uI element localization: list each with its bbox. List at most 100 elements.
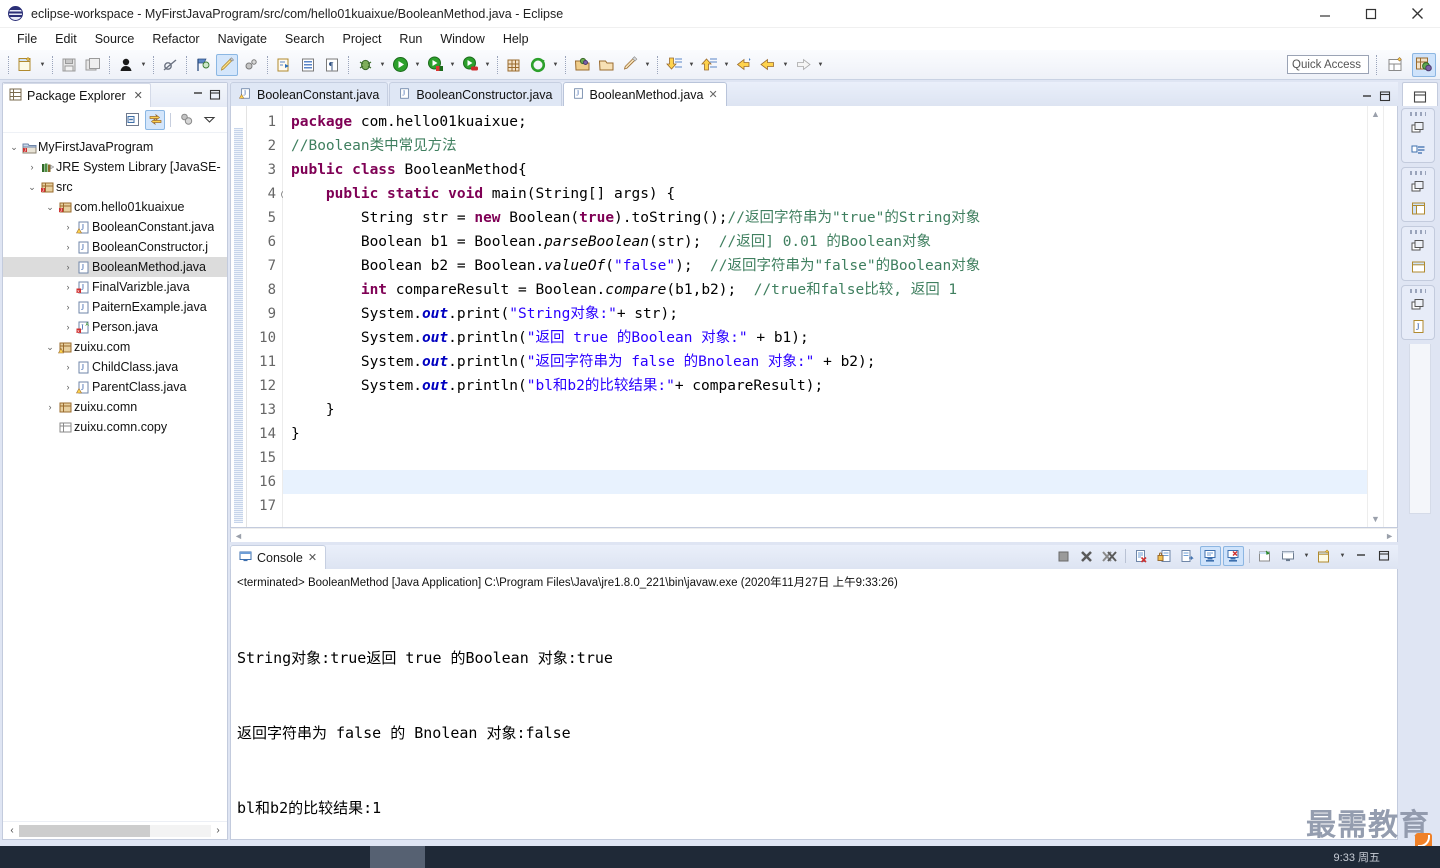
editor-vscrollbar[interactable]: ▲ ▼ [1367,106,1383,527]
debug-dropdown[interactable] [377,54,388,76]
tree-row[interactable]: › J BooleanConstructor.j [3,237,227,257]
drag-grip[interactable] [1410,230,1426,234]
annotation-icon[interactable] [192,54,214,76]
display-selected-console-dropdown[interactable] [1301,545,1312,567]
menu-run[interactable]: Run [390,30,431,48]
focus-on-active-task-icon[interactable] [176,110,196,130]
back-icon[interactable] [757,54,779,76]
java-perspective-icon[interactable] [1412,52,1436,77]
package-explorer-view-icon[interactable] [1409,199,1427,217]
tree-row[interactable]: › JAx Person.java [3,317,227,337]
new-class-icon[interactable] [527,54,549,76]
show-console-on-output-icon[interactable] [1200,546,1221,566]
tree-row[interactable]: › Jx FinalVarizble.java [3,277,227,297]
menu-help[interactable]: Help [494,30,538,48]
close-icon[interactable]: ✕ [134,89,143,102]
scroll-lock-icon[interactable] [1154,546,1175,566]
expand-twisty[interactable]: › [61,362,75,372]
new-java-project-icon[interactable] [503,54,525,76]
code-line-current[interactable] [283,470,1367,494]
person-icon[interactable] [115,54,137,76]
remove-all-terminated-icon[interactable] [1099,546,1120,566]
run-dropdown[interactable] [412,54,423,76]
scroll-right-icon[interactable]: ► [1385,531,1394,541]
next-annotation-dropdown[interactable] [686,54,697,76]
editor-overview-ruler[interactable] [1383,106,1397,527]
tree-row[interactable]: › zuixu.comn [3,397,227,417]
terminate-icon[interactable] [1053,546,1074,566]
tree-row[interactable]: ⌄ J src [3,177,227,197]
drag-grip[interactable] [1410,289,1426,293]
tree-row[interactable]: ⌄ zuixu.com [3,337,227,357]
expand-twisty[interactable]: › [61,262,75,272]
tree-row-selected[interactable]: › J BooleanMethod.java [3,257,227,277]
new-wizard-dropdown[interactable] [37,54,48,76]
tab-boolean-constructor[interactable]: J BooleanConstructor.java [389,82,562,106]
show-whitespace-icon[interactable]: ¶ [321,54,343,76]
taskbar-item[interactable] [370,846,425,868]
menu-project[interactable]: Project [334,30,391,48]
restore-window-icon[interactable] [1409,119,1427,137]
tree-row[interactable]: › J BooleanConstant.java [3,217,227,237]
link-icon[interactable] [240,54,262,76]
open-console-icon[interactable] [1314,546,1335,566]
expand-twisty[interactable]: › [61,302,75,312]
clear-console-icon[interactable] [1131,546,1152,566]
coverage-icon[interactable] [424,54,446,76]
fast-view-group-console[interactable] [1401,226,1435,281]
close-icon[interactable] [1394,0,1440,28]
expand-twisty[interactable]: › [61,382,75,392]
scroll-down-icon[interactable]: ▼ [1371,514,1380,524]
tree-row[interactable]: ⌄ J MyFirstJavaProgram [3,137,227,157]
open-console-dropdown[interactable] [1337,545,1348,567]
person-dropdown[interactable] [138,54,149,76]
previous-annotation-dropdown[interactable] [721,54,732,76]
back-dropdown[interactable] [780,54,791,76]
last-edit-icon[interactable] [733,54,755,76]
menu-refactor[interactable]: Refactor [143,30,208,48]
maximize-icon[interactable] [1348,0,1394,28]
maximize-icon[interactable] [1378,89,1392,103]
previous-annotation-icon[interactable] [698,54,720,76]
editor-fold-gutter[interactable] [231,106,247,527]
menu-window[interactable]: Window [431,30,493,48]
open-perspective-icon[interactable] [571,54,593,76]
fast-view-group-outline[interactable] [1401,108,1435,163]
menu-navigate[interactable]: Navigate [209,30,276,48]
tab-console[interactable]: Console ✕ [230,545,327,569]
expand-twisty[interactable]: › [25,162,39,172]
forward-icon[interactable] [792,54,814,76]
save-icon[interactable] [58,54,80,76]
minimize-icon[interactable] [191,88,205,102]
menu-search[interactable]: Search [276,30,334,48]
view-menu-icon[interactable] [199,110,219,130]
save-all-icon[interactable] [82,54,104,76]
package-explorer-tree[interactable]: ⌄ J MyFirstJavaProgram › JRE System Libr… [3,133,227,821]
scroll-left-icon[interactable]: ◄ [234,531,243,541]
package-explorer-hscrollbar[interactable]: ‹ › [3,821,227,839]
expand-twisty[interactable]: ⌄ [25,182,39,193]
close-icon[interactable]: ✕ [709,88,718,101]
menu-edit[interactable]: Edit [46,30,86,48]
tree-row[interactable]: › J ParentClass.java [3,377,227,397]
debug-icon[interactable] [354,54,376,76]
show-console-on-error-icon[interactable] [1223,546,1244,566]
skip-breakpoints-icon[interactable] [159,54,181,76]
tree-row[interactable]: › J PaiternExample.java [3,297,227,317]
expand-twisty[interactable]: › [61,242,75,252]
close-icon[interactable]: ✕ [308,551,317,564]
next-annotation-icon[interactable] [663,54,685,76]
tab-boolean-constant[interactable]: J BooleanConstant.java [230,82,389,106]
expand-twisty[interactable]: › [61,322,75,332]
pin-console-icon[interactable] [1255,546,1276,566]
tree-row[interactable]: ⌄ J com.hello01kuaixue [3,197,227,217]
console-output[interactable]: String对象:true返回 true 的Boolean 对象:true 返回… [231,594,1397,839]
mark-occurrences-icon[interactable] [216,53,238,76]
open-folder-icon[interactable] [595,54,617,76]
menu-file[interactable]: File [8,30,46,48]
new-wizard-icon[interactable] [14,54,36,76]
quick-access-input[interactable]: Quick Access [1287,55,1369,74]
scroll-right-icon[interactable]: › [211,825,225,836]
restore-window-icon[interactable] [1409,296,1427,314]
tree-row[interactable]: › JRE System Library [JavaSE- [3,157,227,177]
